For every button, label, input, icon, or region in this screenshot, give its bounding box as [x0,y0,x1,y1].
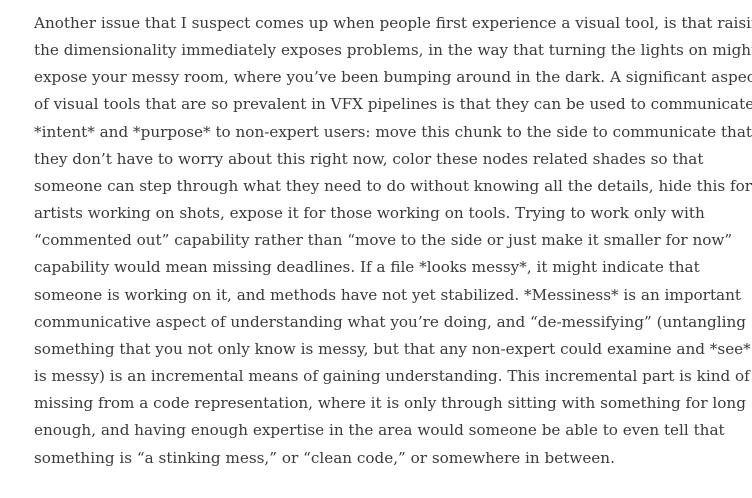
paragraph-line: communicative aspect of understanding wh… [34,312,746,331]
article-paragraph: Another issue that I suspect comes up wh… [34,10,752,472]
paragraph-line: missing from a code representation, wher… [34,394,746,413]
paragraph-line: someone is working on it, and methods ha… [34,285,741,304]
paragraph-line: someone can step through what they need … [34,176,752,195]
paragraph-line: the dimensionality immediately exposes p… [34,41,752,60]
paragraph-line: something is “a stinking mess,” or “clea… [34,448,615,467]
paragraph-line: enough, and having enough expertise in t… [34,421,725,440]
paragraph-line: *intent* and *purpose* to non-expert use… [34,122,752,141]
paragraph-line: something that you not only know is mess… [34,339,751,358]
paragraph-line: is messy) is an incremental means of gai… [34,367,750,386]
article-body: Another issue that I suspect comes up wh… [34,10,752,472]
paragraph-line: of visual tools that are so prevalent in… [34,95,752,114]
paragraph-line: Another issue that I suspect comes up wh… [34,14,752,32]
paragraph-line: expose your messy room, where you’ve bee… [34,68,752,87]
paragraph-line: capability would mean missing deadlines.… [34,258,700,277]
paragraph-line: “commented out” capability rather than “… [34,231,733,250]
paragraph-line: they don’t have to worry about this righ… [34,149,704,168]
paragraph-line: artists working on shots, expose it for … [34,204,705,223]
